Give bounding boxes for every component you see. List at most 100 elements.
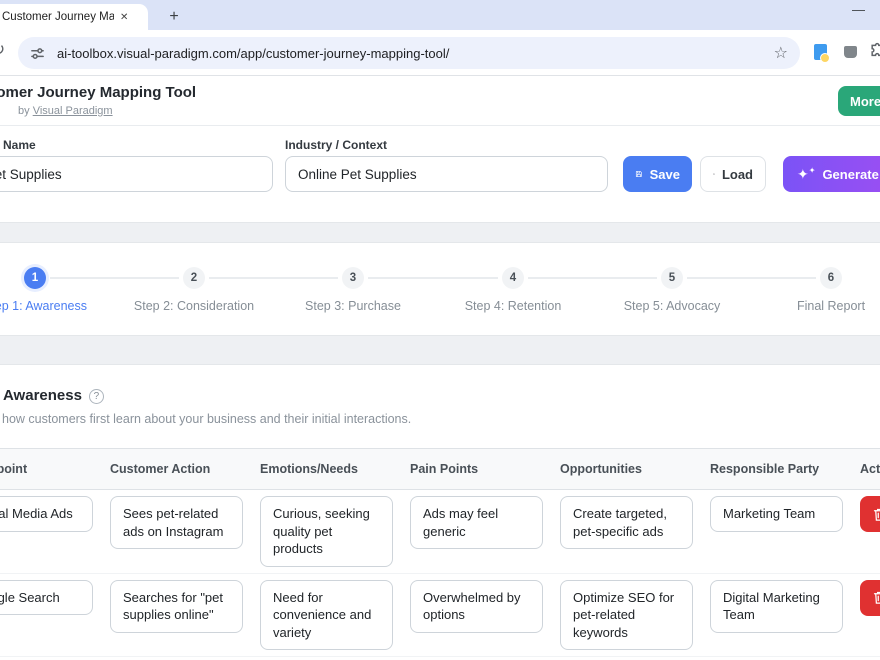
- cell-input[interactable]: Google Search: [0, 580, 93, 616]
- step-connector: [50, 277, 179, 279]
- bookmark-star-icon[interactable]: ☆: [774, 43, 788, 63]
- save-icon: [635, 167, 643, 181]
- extension-docs-icon[interactable]: [814, 44, 827, 60]
- step-circle-5[interactable]: 5: [661, 267, 683, 289]
- stage-title-text: Awareness: [3, 387, 82, 404]
- industry-input[interactable]: [285, 156, 608, 192]
- upload-icon: [713, 167, 715, 181]
- step-circle-3[interactable]: 3: [342, 267, 364, 289]
- table-cell: Social Media Ads: [0, 496, 110, 532]
- window-minimize-button[interactable]: —: [852, 2, 865, 17]
- step-connector: [209, 277, 338, 279]
- trash-icon: [872, 590, 880, 605]
- delete-row-button[interactable]: [860, 580, 880, 616]
- table-cell: Need for convenience and variety: [260, 580, 410, 651]
- cell-input[interactable]: Digital Marketing Team: [710, 580, 843, 633]
- page-title: Customer Journey Mapping Tool: [0, 84, 196, 101]
- extension-icon[interactable]: [844, 46, 857, 58]
- byline: by Visual Paradigm: [18, 105, 113, 117]
- table-header-row: TouchpointCustomer ActionEmotions/NeedsP…: [0, 448, 880, 490]
- actions-cell: [860, 496, 880, 532]
- byline-prefix: by: [18, 105, 33, 117]
- table-cell: Digital Marketing Team: [710, 580, 860, 633]
- table-cell: Create targeted, pet-specific ads: [560, 496, 710, 549]
- name-label: Name: [3, 138, 36, 152]
- tab-title: Customer Journey Mapping Tool: [2, 11, 114, 23]
- extensions-puzzle-icon[interactable]: [868, 42, 880, 62]
- step-connector: [687, 277, 816, 279]
- delete-row-button[interactable]: [860, 496, 880, 532]
- step-label-5[interactable]: Step 5: Advocacy: [592, 299, 752, 313]
- tune-icon[interactable]: [30, 46, 45, 61]
- column-header: Actions: [860, 462, 880, 476]
- awareness-section: Awareness? how customers first learn abo…: [0, 365, 880, 660]
- table-row: Friend ReferralHears about storeTrust in…: [0, 656, 880, 660]
- step-circle-4[interactable]: 4: [502, 267, 524, 289]
- cell-input[interactable]: Marketing Team: [710, 496, 843, 532]
- save-label: Save: [650, 167, 680, 182]
- step-circle-6[interactable]: 6: [820, 267, 842, 289]
- step-label-1[interactable]: Step 1: Awareness: [0, 299, 115, 313]
- table-cell: Overwhelmed by options: [410, 580, 560, 633]
- browser-window: Customer Journey Mapping Tool ✕ + — ↻ ai…: [0, 0, 880, 660]
- column-header: Pain Points: [410, 462, 560, 476]
- table-cell: Searches for "pet supplies online": [110, 580, 260, 633]
- step-connector: [528, 277, 657, 279]
- cell-input[interactable]: Create targeted, pet-specific ads: [560, 496, 693, 549]
- tab-close-icon[interactable]: ✕: [120, 12, 128, 23]
- table-cell: Curious, seeking quality pet products: [260, 496, 410, 567]
- table-body: Social Media Ads Sees pet-related ads on …: [0, 490, 880, 660]
- browser-tab[interactable]: Customer Journey Mapping Tool ✕: [0, 4, 148, 30]
- step-circle-2[interactable]: 2: [183, 267, 205, 289]
- column-header: Emotions/Needs: [260, 462, 410, 476]
- sparkles-icon: ✦✦: [797, 167, 815, 181]
- step-label-4[interactable]: Step 4: Retention: [433, 299, 593, 313]
- table-cell: Google Search: [0, 580, 110, 616]
- actions-cell: [860, 580, 880, 616]
- load-button[interactable]: Load: [700, 156, 766, 192]
- stage-title: Awareness?: [3, 387, 104, 404]
- reload-icon[interactable]: ↻: [0, 40, 5, 60]
- project-form: Name Industry / Context Save Load ✦✦ Gen…: [0, 126, 880, 222]
- browser-toolbar: ↻ ai-toolbox.visual-paradigm.com/app/cus…: [0, 30, 880, 76]
- column-header: Touchpoint: [0, 462, 110, 476]
- table-row: Google Search Searches for "pet supplies …: [0, 573, 880, 657]
- load-label: Load: [722, 167, 753, 182]
- cell-input[interactable]: Ads may feel generic: [410, 496, 543, 549]
- step-label-6[interactable]: Final Report: [751, 299, 880, 313]
- column-header: Opportunities: [560, 462, 710, 476]
- journey-table: TouchpointCustomer ActionEmotions/NeedsP…: [0, 448, 880, 660]
- step-connector: [368, 277, 498, 279]
- cell-input[interactable]: Overwhelmed by options: [410, 580, 543, 633]
- table-row: Social Media Ads Sees pet-related ads on …: [0, 490, 880, 573]
- help-icon[interactable]: ?: [89, 389, 104, 404]
- section-divider: [0, 222, 880, 243]
- tab-strip: Customer Journey Mapping Tool ✕ + —: [0, 0, 880, 30]
- cell-input[interactable]: Sees pet-related ads on Instagram: [110, 496, 243, 549]
- journey-stepper: 1 Step 1: Awareness 2 Step 2: Consideration…: [0, 243, 880, 335]
- name-input[interactable]: [0, 156, 273, 192]
- save-button[interactable]: Save: [623, 156, 692, 192]
- cell-input[interactable]: Curious, seeking quality pet products: [260, 496, 393, 567]
- cell-input[interactable]: Searches for "pet supplies online": [110, 580, 243, 633]
- more-button[interactable]: More: [838, 86, 880, 116]
- new-tab-button[interactable]: +: [162, 5, 186, 29]
- step-label-3[interactable]: Step 3: Purchase: [273, 299, 433, 313]
- generate-label: Generate with AI: [822, 167, 880, 182]
- step-circle-1[interactable]: 1: [24, 267, 46, 289]
- table-cell: Marketing Team: [710, 496, 860, 532]
- industry-label: Industry / Context: [285, 138, 387, 152]
- stage-description: how customers first learn about your bus…: [2, 412, 411, 426]
- app-header: Customer Journey Mapping Tool by Visual …: [0, 76, 880, 126]
- table-cell: Sees pet-related ads on Instagram: [110, 496, 260, 549]
- table-cell: Optimize SEO for pet-related keywords: [560, 580, 710, 651]
- cell-input[interactable]: Need for convenience and variety: [260, 580, 393, 651]
- trash-icon: [872, 507, 880, 522]
- generate-ai-button[interactable]: ✦✦ Generate with AI: [783, 156, 880, 192]
- cell-input[interactable]: Optimize SEO for pet-related keywords: [560, 580, 693, 651]
- step-label-2[interactable]: Step 2: Consideration: [114, 299, 274, 313]
- cell-input[interactable]: Social Media Ads: [0, 496, 93, 532]
- address-bar[interactable]: ai-toolbox.visual-paradigm.com/app/custo…: [18, 37, 800, 69]
- visual-paradigm-link[interactable]: Visual Paradigm: [33, 105, 113, 117]
- url-text[interactable]: ai-toolbox.visual-paradigm.com/app/custo…: [57, 46, 766, 61]
